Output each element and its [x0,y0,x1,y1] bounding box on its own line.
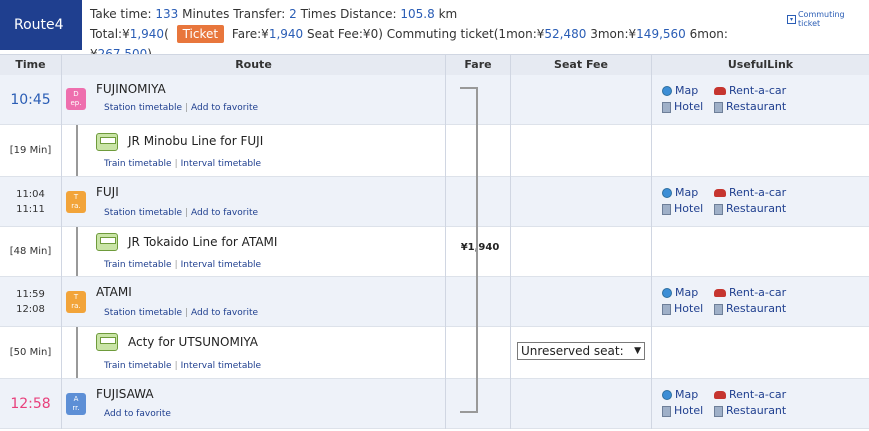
map-globe-icon [662,390,672,400]
restaurant-label: Restaurant [726,202,787,215]
map-label: Map [675,286,699,299]
rent-a-car-label: Rent-a-car [729,84,787,97]
hotel-label: Hotel [674,202,704,215]
col-divider-fare [446,55,511,429]
rent-a-car-link[interactable]: Rent-a-car [714,185,786,201]
rent-a-car-label: Rent-a-car [729,286,787,299]
hotel-link[interactable]: Hotel [662,403,703,419]
fare-label: Fare:¥ [231,27,269,41]
col-divider-time [0,55,62,429]
restaurant-label: Restaurant [726,302,787,315]
car-icon [714,391,726,399]
restaurant-icon [714,405,723,417]
commuting-ticket-icon: ▾ [787,14,796,24]
take-time-label: Take time: [90,7,152,21]
transfer-unit: Times [300,7,337,21]
restaurant-link[interactable]: Restaurant [714,99,786,115]
commute-3mon-value: 149,560 [636,27,686,41]
car-icon [714,87,726,95]
ticket-button[interactable]: Ticket [176,25,225,43]
hotel-label: Hotel [674,404,704,417]
hotel-link[interactable]: Hotel [662,301,703,317]
rent-a-car-link[interactable]: Rent-a-car [714,83,786,99]
commuting-ticket-link[interactable]: ▾ Commuting ticket [787,10,869,28]
fare-value: 1,940 [268,27,304,41]
summary-line-1: Take time: 133 Minutes Transfer: 2 Times… [90,4,770,24]
map-label: Map [675,388,699,401]
hotel-link[interactable]: Hotel [662,99,703,115]
route-label: Route4 [0,0,82,50]
rent-a-car-label: Rent-a-car [729,186,787,199]
rent-a-car-label: Rent-a-car [729,388,787,401]
restaurant-label: Restaurant [726,100,787,113]
map-globe-icon [662,188,672,198]
car-icon [714,289,726,297]
restaurant-link[interactable]: Restaurant [714,201,786,217]
total-paren: ( [164,27,169,41]
map-link[interactable]: Map [662,83,698,99]
hotel-label: Hotel [674,302,704,315]
commuting-label: Commuting ticket(1mon:¥ [386,27,545,41]
hotel-icon [662,303,671,315]
col-useful-link-header: UsefulLink [727,58,794,71]
commute-3mon-label: 3mon:¥ [590,27,637,41]
distance-unit: km [438,7,458,21]
restaurant-link[interactable]: Restaurant [714,403,786,419]
map-link[interactable]: Map [662,285,698,301]
restaurant-icon [714,203,723,215]
map-globe-icon [662,86,672,96]
take-time-value: 133 [155,7,179,21]
map-link[interactable]: Map [662,387,698,403]
transfer-value: 2 [289,7,297,21]
restaurant-label: Restaurant [726,404,787,417]
route-table: Time Route Fare Seat Fee UsefulLink 10:4… [0,54,869,429]
restaurant-icon [714,303,723,315]
total-value: 1,940 [129,27,165,41]
rent-a-car-link[interactable]: Rent-a-car [714,387,786,403]
col-divider-seat [511,55,652,429]
total-label: Total:¥ [90,27,130,41]
car-icon [714,189,726,197]
hotel-link[interactable]: Hotel [662,201,703,217]
seat-fee-label: Seat Fee:¥ [307,27,371,41]
distance-label: Distance: [340,7,397,21]
hotel-icon [662,405,671,417]
rent-a-car-link[interactable]: Rent-a-car [714,285,786,301]
map-globe-icon [662,288,672,298]
distance-value: 105.8 [400,7,435,21]
hotel-icon [662,203,671,215]
commute-1mon-value: 52,480 [544,27,587,41]
restaurant-link[interactable]: Restaurant [714,301,786,317]
seat-fee-value: 0) [370,27,383,41]
restaurant-icon [714,101,723,113]
hotel-icon [662,101,671,113]
take-time-unit: Minutes [182,7,230,21]
map-label: Map [675,186,699,199]
col-divider-route [62,55,446,429]
transfer-label: Transfer: [233,7,286,21]
fare-bracket [460,87,478,413]
map-label: Map [675,84,699,97]
hotel-label: Hotel [674,100,704,113]
commuting-ticket-link-label: Commuting ticket [797,10,845,28]
map-link[interactable]: Map [662,185,698,201]
